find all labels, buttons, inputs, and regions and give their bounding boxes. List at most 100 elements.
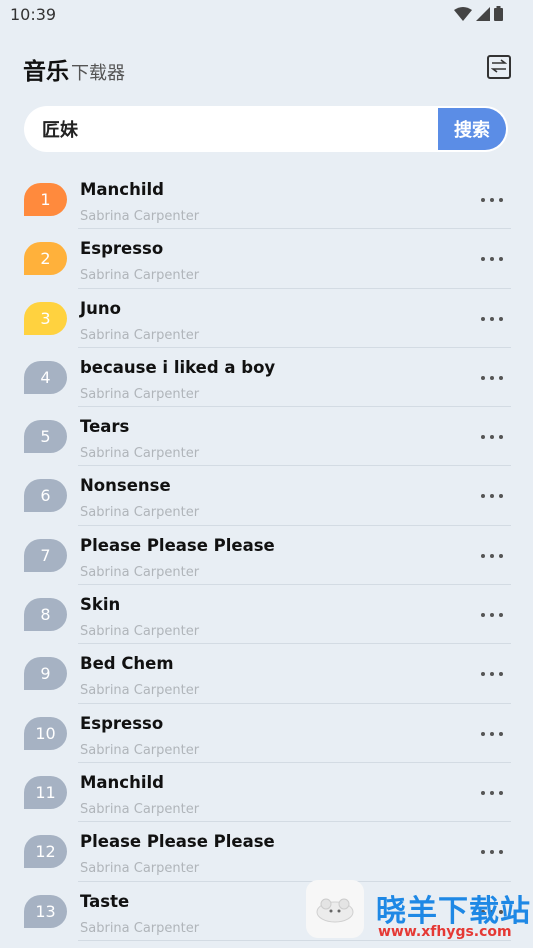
- more-options-button[interactable]: [481, 427, 503, 447]
- song-row[interactable]: 12 Please Please Please Sabrina Carpenter: [0, 822, 533, 882]
- more-icon-dot: [499, 613, 503, 618]
- song-title: Please Please Please: [80, 832, 275, 852]
- status-icons: [454, 6, 503, 25]
- more-options-button[interactable]: [481, 842, 503, 862]
- more-options-button[interactable]: [481, 368, 503, 388]
- rank-badge: 3: [24, 301, 67, 335]
- app-header: 音乐 下载器: [23, 52, 125, 86]
- rank-badge: 10: [24, 716, 67, 750]
- more-icon-dot: [490, 553, 494, 558]
- song-row[interactable]: 5 Tears Sabrina Carpenter: [0, 407, 533, 467]
- more-icon-dot: [490, 375, 494, 380]
- more-icon-dot: [481, 613, 485, 618]
- watermark: 晓羊下载站 www.xfhygs.com: [306, 880, 533, 942]
- more-options-button[interactable]: [481, 190, 503, 210]
- song-row[interactable]: 1 Manchild Sabrina Carpenter: [0, 170, 533, 230]
- song-artist: Sabrina Carpenter: [80, 742, 200, 758]
- more-icon-dot: [481, 790, 485, 795]
- song-title: Bed Chem: [80, 654, 174, 674]
- song-row[interactable]: 10 Espresso Sabrina Carpenter: [0, 704, 533, 763]
- status-time: 10:39: [10, 5, 57, 24]
- rank-badge: 8: [24, 598, 67, 632]
- song-title: Tears: [80, 417, 130, 437]
- more-icon-dot: [499, 316, 503, 321]
- more-icon-dot: [490, 850, 494, 855]
- more-icon-dot: [499, 790, 503, 795]
- more-icon-dot: [481, 375, 485, 380]
- song-artist: Sabrina Carpenter: [80, 683, 200, 699]
- rank-badge: 1: [24, 183, 67, 216]
- more-options-button[interactable]: [481, 546, 503, 566]
- swap-icon: [490, 58, 508, 77]
- song-title: Taste: [80, 891, 130, 911]
- more-icon-dot: [490, 731, 494, 736]
- more-options-button[interactable]: [481, 309, 503, 329]
- song-list: 1 Manchild Sabrina Carpenter 2 Espresso Sabri…: [0, 170, 533, 941]
- search-input[interactable]: [24, 106, 438, 152]
- song-row[interactable]: 6 Nonsense Sabrina Carpenter: [0, 466, 533, 526]
- rank-badge: 5: [24, 420, 67, 454]
- rank-badge: 13: [24, 894, 67, 928]
- more-icon-dot: [481, 494, 485, 499]
- song-artist: Sabrina Carpenter: [80, 801, 200, 817]
- song-artist: Sabrina Carpenter: [80, 209, 200, 224]
- song-title: because i liked a boy: [80, 357, 276, 377]
- song-row[interactable]: 7 Please Please Please Sabrina Carpenter: [0, 526, 533, 586]
- more-options-button[interactable]: [481, 724, 503, 744]
- song-artist: Sabrina Carpenter: [80, 624, 200, 640]
- more-options-button[interactable]: [481, 486, 503, 506]
- more-icon-dot: [490, 494, 494, 499]
- watermark-url: www.xfhygs.com: [378, 924, 512, 940]
- more-icon-dot: [490, 257, 494, 262]
- song-row[interactable]: 3 Juno Sabrina Carpenter: [0, 289, 533, 348]
- more-icon-dot: [490, 435, 494, 440]
- rank-badge: 4: [24, 360, 67, 394]
- more-icon-dot: [481, 316, 485, 321]
- song-row[interactable]: 9 Bed Chem Sabrina Carpenter: [0, 644, 533, 704]
- song-artist: Sabrina Carpenter: [80, 505, 200, 521]
- song-title: Espresso: [80, 239, 164, 259]
- song-title: Nonsense: [80, 476, 171, 496]
- search-box: 搜索: [24, 106, 508, 152]
- more-icon-dot: [481, 672, 485, 677]
- battery-icon: [494, 6, 503, 25]
- song-row[interactable]: 4 because i liked a boy Sabrina Carpenter: [0, 348, 533, 408]
- search-button[interactable]: 搜索: [438, 108, 506, 150]
- app-title: 音乐: [23, 59, 69, 85]
- rank-badge: 7: [24, 538, 67, 572]
- more-icon-dot: [499, 672, 503, 677]
- song-artist: Sabrina Carpenter: [80, 564, 200, 580]
- song-title: Manchild: [80, 180, 164, 199]
- song-row[interactable]: 2 Espresso Sabrina Carpenter: [0, 229, 533, 289]
- more-icon-dot: [490, 672, 494, 677]
- more-icon-dot: [499, 494, 503, 499]
- song-artist: Sabrina Carpenter: [80, 861, 200, 877]
- more-options-button[interactable]: [481, 605, 503, 625]
- song-title: Manchild: [80, 772, 164, 792]
- more-icon-dot: [499, 257, 503, 262]
- rank-badge: 2: [24, 242, 67, 276]
- rank-badge: 12: [24, 835, 67, 869]
- switch-source-button[interactable]: [487, 55, 511, 79]
- song-artist: Sabrina Carpenter: [80, 446, 200, 462]
- rank-badge: 11: [24, 775, 67, 809]
- song-artist: Sabrina Carpenter: [80, 327, 200, 343]
- more-options-button[interactable]: [481, 783, 503, 803]
- signal-icon: [476, 6, 490, 25]
- more-options-button[interactable]: [481, 249, 503, 269]
- app-subtitle: 下载器: [71, 63, 125, 84]
- more-icon-dot: [499, 198, 503, 202]
- song-title: Juno: [80, 298, 121, 318]
- app-screen: 10:39 音乐 下载器 搜索 1ManchildSabrina Car: [0, 0, 533, 948]
- song-row[interactable]: 11 Manchild Sabrina Carpenter: [0, 763, 533, 823]
- song-title: Skin: [80, 595, 121, 615]
- more-icon-dot: [481, 257, 485, 262]
- song-artist: Sabrina Carpenter: [80, 268, 200, 284]
- watermark-logo: [306, 880, 364, 938]
- song-artist: Sabrina Carpenter: [80, 920, 200, 936]
- more-options-button[interactable]: [481, 664, 503, 684]
- rank-badge: 9: [24, 657, 67, 691]
- song-row[interactable]: 8 Skin Sabrina Carpenter: [0, 585, 533, 645]
- more-icon-dot: [490, 198, 494, 202]
- more-icon-dot: [481, 850, 485, 855]
